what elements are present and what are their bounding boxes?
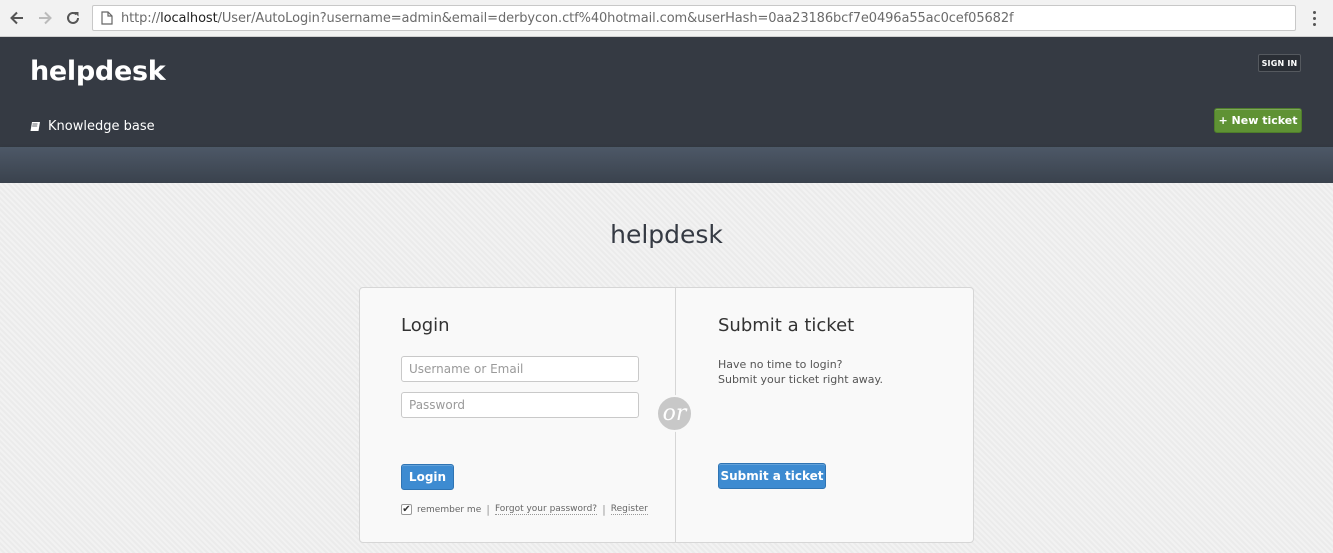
reload-icon xyxy=(67,11,79,24)
password-field[interactable] xyxy=(401,392,639,418)
new-ticket-button[interactable]: + New ticket xyxy=(1214,108,1302,133)
or-badge: or xyxy=(656,395,693,432)
submit-desc-line2: Submit your ticket right away. xyxy=(718,373,883,386)
page-icon xyxy=(101,11,113,25)
separator: | xyxy=(602,503,606,516)
separator: | xyxy=(486,503,490,516)
book-icon xyxy=(30,122,40,131)
submit-desc-line1: Have no time to login? xyxy=(718,358,843,371)
forward-button[interactable] xyxy=(34,7,56,29)
page-title: helpdesk xyxy=(610,220,723,249)
back-icon xyxy=(10,11,23,25)
sign-in-button[interactable]: SIGN IN xyxy=(1258,54,1301,72)
forgot-password-link[interactable]: Forgot your password? xyxy=(494,504,598,515)
url-text: http://localhost/User/AutoLogin?username… xyxy=(121,10,1014,26)
login-panel: Login Login ✔ remember me | Forgot your … xyxy=(359,287,974,543)
address-bar[interactable]: http://localhost/User/AutoLogin?username… xyxy=(92,5,1296,31)
submit-ticket-title: Submit a ticket xyxy=(718,315,855,336)
login-title: Login xyxy=(401,315,450,336)
submit-ticket-button[interactable]: Submit a ticket xyxy=(718,463,826,489)
sub-header-bar xyxy=(0,147,1333,183)
password-input[interactable] xyxy=(402,393,638,417)
knowledge-base-link[interactable]: Knowledge base xyxy=(30,119,155,134)
submit-ticket-description: Have no time to login? Submit your ticke… xyxy=(718,357,883,387)
app-header: helpdesk SIGN IN Knowledge base + New ti… xyxy=(0,37,1333,147)
menu-icon[interactable] xyxy=(1305,8,1323,28)
remember-me-label[interactable]: remember me xyxy=(417,505,481,515)
login-button[interactable]: Login xyxy=(401,464,454,490)
login-options: ✔ remember me | Forgot your password? | … xyxy=(401,503,648,516)
browser-toolbar: http://localhost/User/AutoLogin?username… xyxy=(0,0,1333,37)
register-link[interactable]: Register xyxy=(610,504,648,515)
username-field[interactable] xyxy=(401,356,639,382)
remember-me-checkbox[interactable]: ✔ xyxy=(401,504,412,515)
brand-logo[interactable]: helpdesk xyxy=(30,56,166,87)
back-button[interactable] xyxy=(6,7,28,29)
main-content: helpdesk Login Login ✔ remember me | For… xyxy=(0,183,1333,553)
forward-icon xyxy=(39,11,52,25)
url-path: /User/AutoLogin?username=admin&email=der… xyxy=(217,10,1014,26)
reload-button[interactable] xyxy=(62,7,84,29)
knowledge-base-label: Knowledge base xyxy=(48,119,155,134)
url-host: localhost xyxy=(160,10,218,26)
username-input[interactable] xyxy=(402,357,638,381)
